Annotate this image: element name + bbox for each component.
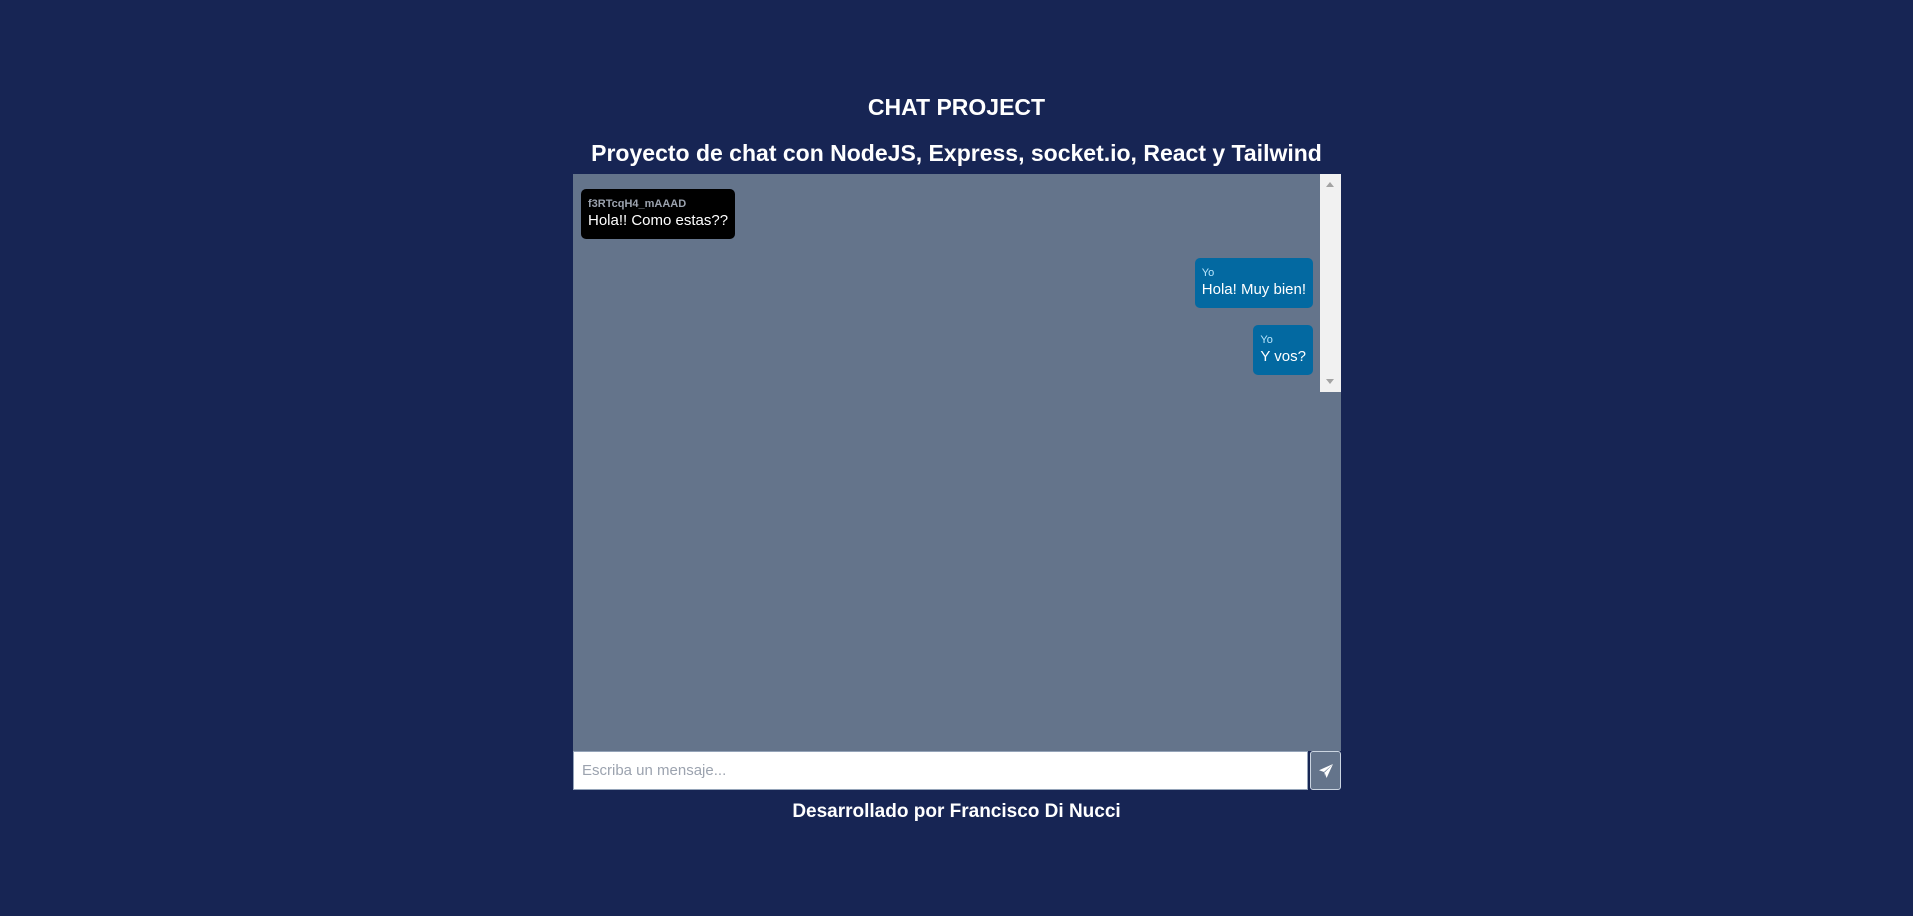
message-sender: Yo <box>1201 267 1215 279</box>
message-text: Hola!! Como estas?? <box>588 212 729 229</box>
message-sender: f3RTcqH4_mAAAD <box>588 198 687 210</box>
page-subtitle: Proyecto de chat con NodeJS, Express, so… <box>591 140 1322 166</box>
page-title: CHAT PROJECT <box>867 94 1046 120</box>
message-bubble-sent: Yo Y vos? <box>1253 325 1313 375</box>
footer-credit: Desarrollado por Francisco Di Nucci <box>792 801 1121 822</box>
message-bubble-sent: Yo Hola! Muy bien! <box>1194 258 1313 308</box>
message-composer <box>573 751 1341 790</box>
chat-scrollbar[interactable] <box>1320 174 1341 392</box>
message-input[interactable] <box>573 751 1308 790</box>
send-button[interactable] <box>1310 751 1341 790</box>
paper-plane-icon <box>1318 763 1333 778</box>
message-sender: Yo <box>1260 334 1273 346</box>
scroll-up-icon[interactable] <box>1326 182 1334 187</box>
chat-messages-area[interactable]: f3RTcqH4_mAAAD Hola!! Como estas?? Yo Ho… <box>573 174 1341 751</box>
message-text: Hola! Muy bien! <box>1201 281 1306 298</box>
scroll-down-icon[interactable] <box>1326 379 1334 384</box>
message-bubble-received: f3RTcqH4_mAAAD Hola!! Como estas?? <box>581 189 736 239</box>
message-text: Y vos? <box>1260 348 1306 365</box>
